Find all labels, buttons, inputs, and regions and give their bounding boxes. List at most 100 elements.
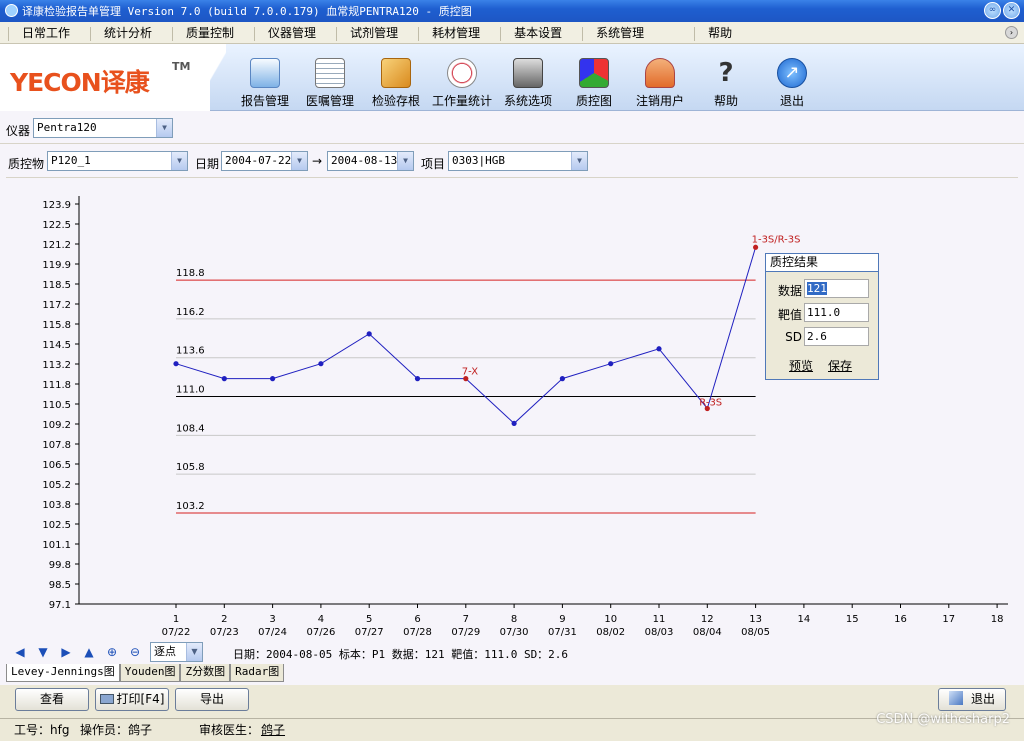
menu-daily-work[interactable]: 日常工作 (0, 24, 82, 41)
y-tick-label: 97.1 (49, 600, 71, 611)
x-tick-date: 07/24 (258, 627, 287, 638)
box-icon (381, 58, 411, 88)
reference-line-label: 118.8 (176, 268, 205, 279)
qc-material-label: 质控物 (8, 157, 45, 171)
arrow-right-icon[interactable]: ▶ (58, 644, 74, 660)
view-button[interactable]: 查看 (15, 688, 89, 711)
close-icon[interactable]: ✕ (1003, 2, 1020, 19)
tab-radar[interactable]: Radar图 (230, 664, 285, 682)
qc-material-select[interactable]: P120_1 ▼ (47, 151, 188, 171)
chevron-down-icon[interactable]: ▼ (291, 152, 307, 170)
menu-statistics[interactable]: 统计分析 (82, 24, 164, 41)
y-tick-label: 115.8 (42, 320, 71, 331)
x-tick-date: 07/31 (548, 627, 577, 638)
target-field[interactable]: 111.0 (804, 303, 869, 322)
qc-result-popup: 质控结果 数据 121 靶值 111.0 SD 2.6 预览 保存 (765, 253, 879, 380)
chevron-down-icon[interactable]: ▼ (156, 119, 172, 137)
exit-bottom-button[interactable]: 退出 (938, 688, 1006, 711)
y-tick-label: 111.8 (42, 380, 71, 391)
menu-instrument[interactable]: 仪器管理 (246, 24, 328, 41)
x-tick-number: 8 (511, 614, 517, 625)
chevron-down-icon[interactable]: ▼ (397, 152, 413, 170)
sd-label: SD (785, 330, 802, 344)
chevron-down-icon[interactable]: ▼ (171, 152, 187, 170)
menu-system[interactable]: 系统管理 (574, 24, 656, 41)
reviewer-value[interactable]: 鸽子 (261, 719, 313, 741)
data-field[interactable]: 121 (804, 279, 869, 298)
order-manage-button[interactable]: 医嘱管理 (297, 58, 363, 110)
status-bar: 工号：hfg 操作员：鸽子 审核医生： 鸽子 (0, 718, 1024, 740)
y-tick-label: 103.8 (42, 500, 71, 511)
y-tick-label: 106.5 (42, 460, 71, 471)
x-tick-date: 08/03 (645, 627, 674, 638)
chevron-down-icon[interactable]: ▼ (186, 643, 202, 661)
test-stub-button[interactable]: 检验存根 (363, 58, 429, 110)
zoom-out-icon[interactable]: ⊖ (127, 644, 143, 660)
menu-basic-settings[interactable]: 基本设置 (492, 24, 574, 41)
data-point (270, 376, 276, 382)
data-point (414, 376, 421, 382)
x-tick-date: 07/29 (451, 627, 480, 638)
instrument-label: 仪器 (6, 124, 31, 138)
x-tick-number: 3 (269, 614, 275, 625)
save-link[interactable]: 保存 (828, 357, 852, 374)
x-tick-date: 07/30 (500, 627, 529, 638)
tab-youden[interactable]: Youden图 (119, 664, 181, 682)
chevron-right-icon[interactable]: › (1005, 26, 1018, 39)
x-tick-number: 14 (798, 614, 811, 625)
watermark: CSDN @withcsharp2 (876, 712, 1010, 727)
reference-line-label: 111.0 (176, 385, 205, 396)
menu-consumables[interactable]: 耗材管理 (410, 24, 492, 41)
print-button[interactable]: 打印[F4] (95, 688, 169, 711)
item-select[interactable]: 0303|HGB ▼ (448, 151, 588, 171)
date-to-select[interactable]: 2004-08-13 ▼ (327, 151, 414, 171)
reference-line-label: 103.2 (176, 501, 205, 512)
violation-label: R-3S (699, 397, 722, 408)
report-manage-button[interactable]: 报告管理 (232, 58, 298, 110)
order-icon (315, 58, 345, 88)
window-controls: ∞ ✕ (984, 2, 1020, 19)
y-tick-label: 118.5 (42, 280, 71, 291)
x-tick-number: 12 (701, 614, 714, 625)
x-tick-number: 11 (653, 614, 666, 625)
sd-field[interactable]: 2.6 (804, 327, 869, 346)
y-tick-label: 121.2 (42, 240, 71, 251)
reference-line-label: 113.6 (176, 346, 205, 357)
reference-line-label: 105.8 (176, 462, 205, 473)
data-point (608, 361, 614, 367)
data-point (173, 361, 179, 367)
data-point (221, 376, 227, 382)
menu-help[interactable]: 帮助 (686, 24, 744, 41)
data-point (366, 331, 372, 337)
qc-chart-button[interactable]: 质控图 (561, 58, 627, 110)
zoom-in-icon[interactable]: ⊕ (104, 644, 120, 660)
export-button[interactable]: 导出 (175, 688, 249, 711)
x-tick-number: 9 (559, 614, 565, 625)
exit-button[interactable]: ↗ 退出 (759, 58, 825, 110)
mode-select[interactable]: 逐点 ▼ (150, 642, 203, 662)
tab-levey-jennings[interactable]: Levey-Jennings图 (6, 664, 120, 682)
preview-link[interactable]: 预览 (789, 357, 813, 374)
x-tick-number: 6 (414, 614, 420, 625)
x-tick-number: 10 (604, 614, 617, 625)
y-tick-label: 99.8 (49, 560, 71, 571)
menu-reagent[interactable]: 试剂管理 (328, 24, 410, 41)
help-button[interactable]: ? 帮助 (693, 58, 759, 110)
title-bar: 译康检验报告单管理 Version 7.0 (build 7.0.0.179) … (0, 0, 1024, 22)
instrument-select[interactable]: Pentra120 ▼ (33, 118, 173, 138)
date-from-select[interactable]: 2004-07-22 ▼ (221, 151, 308, 171)
arrow-down-icon[interactable]: ▼ (35, 644, 51, 660)
tab-z-score[interactable]: Z分数图 (180, 664, 231, 682)
arrow-up-icon[interactable]: ▲ (81, 644, 97, 660)
chevron-down-icon[interactable]: ▼ (571, 152, 587, 170)
y-tick-label: 105.2 (42, 480, 71, 491)
logout-user-button[interactable]: 注销用户 (627, 58, 693, 110)
menu-quality-control[interactable]: 质量控制 (164, 24, 246, 41)
user-logout-icon (645, 58, 675, 88)
arrow-left-icon[interactable]: ◀ (12, 644, 28, 660)
workload-stats-button[interactable]: 工作量统计 (429, 58, 495, 110)
system-options-button[interactable]: 系统选项 (495, 58, 561, 110)
x-tick-number: 13 (749, 614, 762, 625)
operator: 操作员：鸽子 (80, 723, 153, 737)
restore-icon[interactable]: ∞ (984, 2, 1001, 19)
